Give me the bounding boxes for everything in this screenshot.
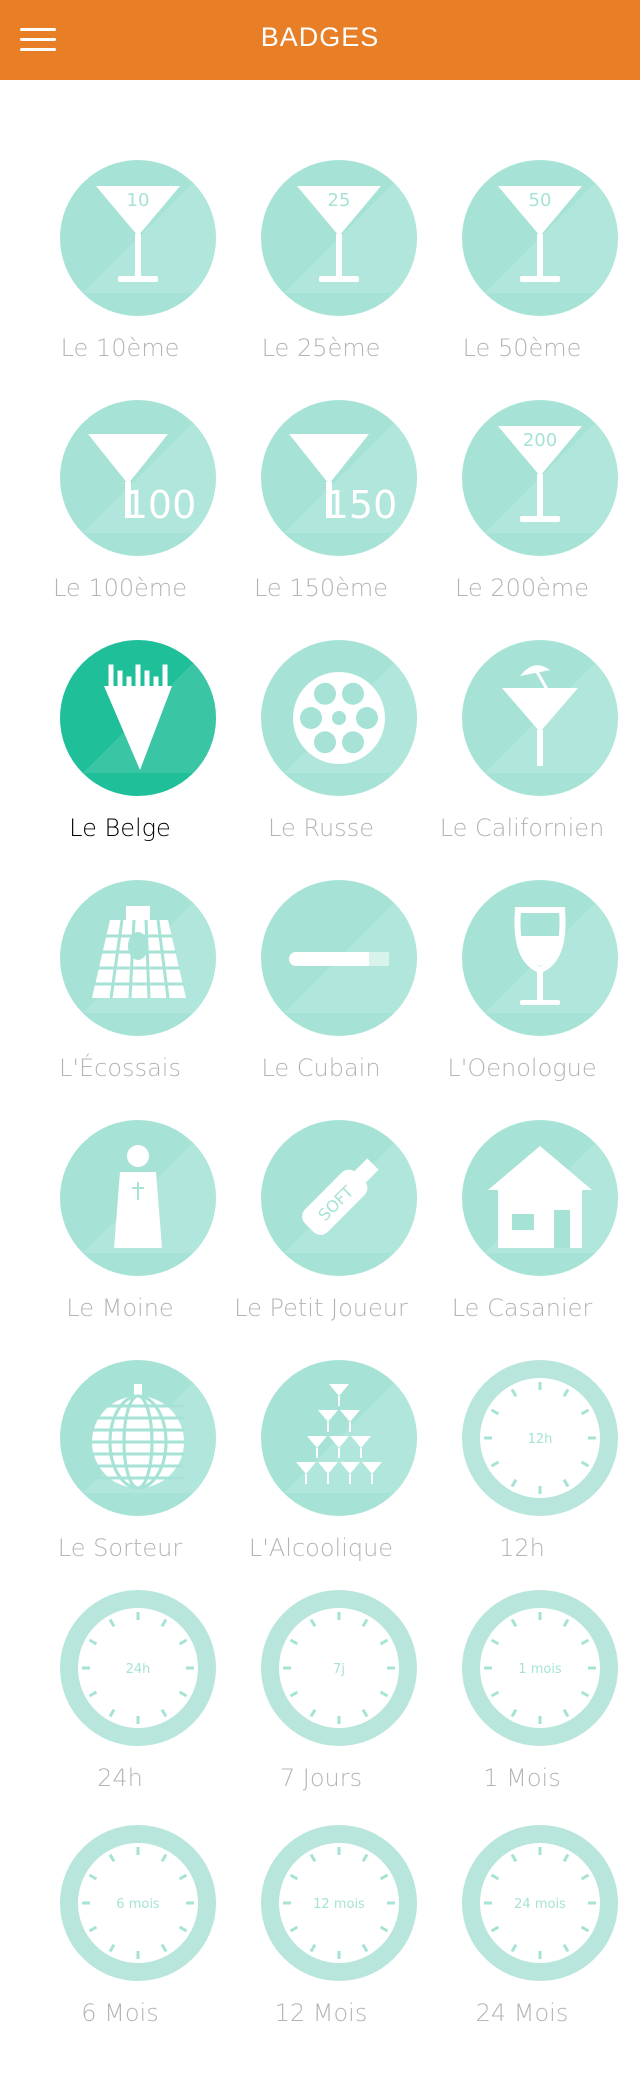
glass-number: 25 bbox=[328, 190, 351, 211]
badge-label: Le Russe bbox=[268, 814, 374, 842]
page-title: BADGES bbox=[260, 22, 380, 52]
fries-cone-icon bbox=[60, 640, 216, 796]
glass-number: 100 bbox=[124, 483, 197, 527]
tartan-kilt-icon bbox=[60, 880, 216, 1036]
badge-label: Le 150ème bbox=[253, 574, 389, 602]
badge-label: Le Moine bbox=[66, 1294, 174, 1322]
badge-label: Le Californien bbox=[439, 814, 605, 842]
clock-icon: 24 mois bbox=[462, 1825, 618, 1981]
badge-item[interactable]: 6 mois 6 Mois bbox=[20, 1825, 220, 2045]
clock-icon: 1 mois bbox=[462, 1590, 618, 1746]
badge-label: 7 Jours bbox=[279, 1764, 363, 1792]
clock-text: 7j bbox=[333, 1662, 345, 1677]
badge-item[interactable]: 150 Le 150ème bbox=[221, 400, 421, 620]
disco-ball-icon bbox=[60, 1360, 216, 1516]
badge-item[interactable]: Le Belge bbox=[20, 640, 220, 860]
clock-icon: 24h bbox=[60, 1590, 216, 1746]
badge-item[interactable]: Le Russe bbox=[221, 640, 421, 860]
badge-label: 6 Mois bbox=[81, 1999, 159, 2027]
badge-label: Le Casanier bbox=[451, 1294, 593, 1322]
badge-item[interactable]: Le Cubain bbox=[221, 880, 421, 1100]
badge-item[interactable]: Le Moine bbox=[20, 1120, 220, 1340]
cocktail-umbrella-icon bbox=[462, 640, 618, 796]
badge-label: 12 Mois bbox=[274, 1999, 368, 2027]
badge-item[interactable]: 200 Le 200ème bbox=[422, 400, 622, 620]
martini-glass-100-icon: 100 bbox=[60, 400, 216, 556]
glass-number: 200 bbox=[523, 430, 557, 451]
badge-label: Le 100ème bbox=[52, 574, 188, 602]
clock-icon: 12 mois bbox=[261, 1825, 417, 1981]
badge-label: Le 200ème bbox=[454, 574, 590, 602]
glass-number: 10 bbox=[127, 190, 150, 211]
clock-icon: 12h bbox=[462, 1360, 618, 1516]
badge-label: 24 Mois bbox=[475, 1999, 569, 2027]
badge-label: Le 50ème bbox=[462, 334, 582, 362]
clock-text: 12 mois bbox=[313, 1897, 365, 1912]
badge-label: Le Belge bbox=[69, 814, 171, 842]
badge-item[interactable]: Le Casanier bbox=[422, 1120, 622, 1340]
badge-item[interactable]: SOFT Le Petit Joueur bbox=[221, 1120, 421, 1340]
glass-number: 150 bbox=[325, 483, 398, 527]
badge-item[interactable]: 12h 12h bbox=[422, 1360, 622, 1580]
martini-glass-10-icon: 10 bbox=[60, 160, 216, 316]
badge-label: Le Petit Joueur bbox=[234, 1294, 408, 1322]
martini-glass-50-icon: 50 bbox=[462, 160, 618, 316]
wine-glass-icon bbox=[462, 880, 618, 1036]
badge-label: Le Sorteur bbox=[57, 1534, 183, 1562]
martini-glass-25-icon: 25 bbox=[261, 160, 417, 316]
badge-item[interactable]: L'Écossais bbox=[20, 880, 220, 1100]
badge-item[interactable]: 24h 24h bbox=[20, 1590, 220, 1810]
glass-number: 50 bbox=[529, 190, 552, 211]
badge-label: Le 10ème bbox=[60, 334, 180, 362]
badge-label: Le 25ème bbox=[261, 334, 381, 362]
badge-item[interactable]: 7j 7 Jours bbox=[221, 1590, 421, 1810]
app-header: BADGES bbox=[0, 0, 640, 80]
house-icon bbox=[462, 1120, 618, 1276]
clock-text: 24 mois bbox=[514, 1897, 566, 1912]
clock-text: 24h bbox=[126, 1662, 151, 1677]
badge-item[interactable]: 50 Le 50ème bbox=[422, 160, 622, 380]
badge-item[interactable]: 1 mois 1 Mois bbox=[422, 1590, 622, 1810]
soft-drink-bottle-icon: SOFT bbox=[261, 1120, 417, 1276]
badge-label: 24h bbox=[97, 1764, 143, 1792]
clock-text: 1 mois bbox=[518, 1662, 562, 1677]
monk-icon bbox=[60, 1120, 216, 1276]
badge-item[interactable]: 12 mois 12 Mois bbox=[221, 1825, 421, 2045]
badge-label: Le Cubain bbox=[261, 1054, 381, 1082]
badge-item[interactable]: Le Sorteur bbox=[20, 1360, 220, 1580]
badge-item[interactable]: 25 Le 25ème bbox=[221, 160, 421, 380]
clock-icon: 6 mois bbox=[60, 1825, 216, 1981]
martini-glass-150-icon: 150 bbox=[261, 400, 417, 556]
badge-item[interactable]: L'Alcoolique bbox=[221, 1360, 421, 1580]
badge-label: L'Écossais bbox=[59, 1054, 181, 1082]
badge-item[interactable]: Le Californien bbox=[422, 640, 622, 860]
clock-text: 12h bbox=[528, 1432, 553, 1447]
martini-glass-200-icon: 200 bbox=[462, 400, 618, 556]
cigar-icon bbox=[261, 880, 417, 1036]
badge-label: L'Alcoolique bbox=[248, 1534, 394, 1562]
badge-item[interactable]: 10 Le 10ème bbox=[20, 160, 220, 380]
clock-icon: 7j bbox=[261, 1590, 417, 1746]
badge-item[interactable]: 100 Le 100ème bbox=[20, 400, 220, 620]
glass-pyramid-icon bbox=[261, 1360, 417, 1516]
badge-label: 12h bbox=[499, 1534, 545, 1562]
revolver-cylinder-icon bbox=[261, 640, 417, 796]
badge-label: L'Oenologue bbox=[447, 1054, 597, 1082]
badge-item[interactable]: L'Oenologue bbox=[422, 880, 622, 1100]
badge-label: 1 Mois bbox=[483, 1764, 561, 1792]
clock-text: 6 mois bbox=[116, 1897, 160, 1912]
badge-item[interactable]: 24 mois 24 Mois bbox=[422, 1825, 622, 2045]
